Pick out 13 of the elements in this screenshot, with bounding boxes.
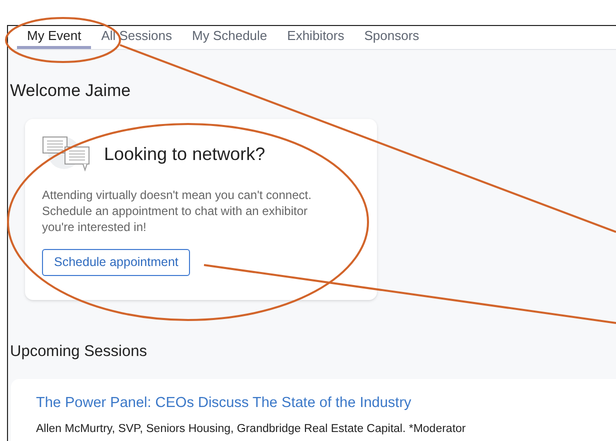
- tab[interactable]: Exhibitors: [277, 26, 354, 48]
- tab[interactable]: My Event: [17, 26, 92, 48]
- chat-bubbles-icon: [42, 135, 92, 173]
- schedule-appointment-button[interactable]: Schedule appointment: [42, 249, 190, 276]
- session-speakers: Allen McMurtry, SVP, Seniors Housing, Grandbridge Real Estate Capital. *Moderator: [36, 422, 466, 437]
- section-heading: Upcoming Sessions: [10, 342, 147, 362]
- session-title-link[interactable]: The Power Panel: CEOs Discuss The State of the Industry: [36, 393, 412, 415]
- card-description: Attending virtually doesn't mean you can't connect. Schedule an appointment to chat with an exhibitor you're interested in!: [42, 187, 312, 235]
- welcome-heading: Welcome Jaime: [10, 80, 131, 102]
- tab[interactable]: All Sessions: [91, 26, 182, 48]
- card-title: Looking to network?: [104, 142, 266, 166]
- tab[interactable]: My Schedule: [182, 26, 278, 48]
- tab[interactable]: Sponsors: [354, 26, 430, 48]
